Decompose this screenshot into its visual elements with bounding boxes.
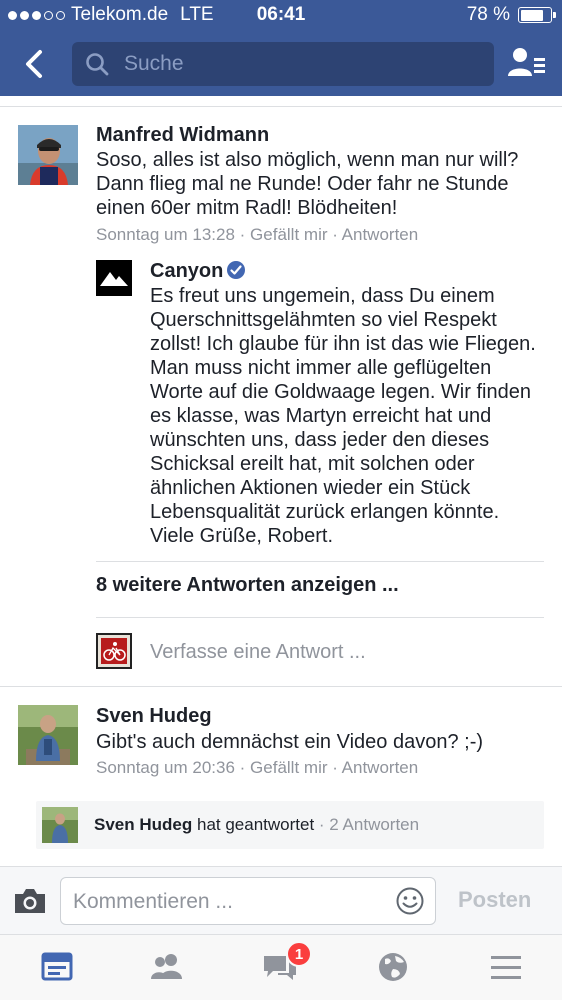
avatar[interactable] <box>96 260 132 296</box>
battery-icon <box>518 7 556 23</box>
emoji-button[interactable] <box>395 886 425 916</box>
back-button[interactable] <box>14 44 54 84</box>
avatar <box>42 807 78 843</box>
avatar-photo <box>18 125 78 185</box>
avatar-photo <box>42 807 78 843</box>
battery-percent: 78 % <box>466 4 510 25</box>
comment-meta[interactable]: Sonntag um 13:28 · Gefällt mir · Antwort… <box>96 225 418 245</box>
replied-text: Sven Hudeg hat geantwortet · 2 Antworten <box>94 815 419 835</box>
comment-meta[interactable]: Sonntag um 20:36 · Gefällt mir · Antwort… <box>96 758 418 778</box>
tab-notifications[interactable] <box>373 947 413 987</box>
reply-input[interactable]: Verfasse eine Antwort ... <box>150 641 366 664</box>
camera-button[interactable] <box>12 885 48 917</box>
comment-placeholder: Kommentieren ... <box>73 890 233 913</box>
friend-list-icon <box>508 48 545 76</box>
divider <box>0 106 562 107</box>
canyon-logo <box>96 260 132 296</box>
friend-list-button[interactable] <box>506 44 548 84</box>
divider <box>96 561 544 562</box>
replied-count: · 2 Antworten <box>318 815 420 834</box>
comment-text: Gibt's auch demnächst ein Video davon? ;… <box>96 731 484 753</box>
post-button[interactable]: Posten <box>458 887 531 913</box>
camera-icon <box>15 889 45 913</box>
tab-news-feed[interactable] <box>37 947 77 987</box>
avatar[interactable] <box>18 125 78 185</box>
avatar[interactable] <box>18 705 78 765</box>
battery-fill <box>520 9 544 21</box>
messages-badge: 1 <box>286 941 312 967</box>
divider <box>96 617 544 618</box>
status-right: 78 % <box>466 4 556 26</box>
globe-icon <box>379 953 407 981</box>
reply-text: Es freut uns ungemein, dass Du einem Que… <box>150 285 536 547</box>
menu-icon <box>491 956 521 979</box>
reply-author[interactable]: Canyon <box>150 260 246 283</box>
app-header: Telekom.de LTE 06:41 78 % Suche <box>0 0 562 96</box>
chevron-left-icon <box>26 50 42 78</box>
replied-action: hat geantwortet <box>196 815 315 834</box>
comments-thread: Manfred Widmann Soso, alles ist also mög… <box>0 96 562 866</box>
avatar <box>96 633 132 669</box>
comment-composer: Kommentieren ... Posten <box>0 866 562 934</box>
comment-input[interactable]: Kommentieren ... <box>60 877 436 925</box>
verified-badge-icon <box>227 261 246 279</box>
emoji-icon <box>396 887 424 915</box>
replied-summary[interactable]: Sven Hudeg hat geantwortet · 2 Antworten <box>36 801 544 849</box>
search-input[interactable]: Suche <box>72 42 494 86</box>
more-replies-link[interactable]: 8 weitere Antworten anzeigen ... <box>96 574 399 597</box>
tab-friends[interactable] <box>147 947 187 987</box>
news-feed-icon <box>41 952 73 981</box>
comment-author[interactable]: Sven Hudeg <box>96 705 212 728</box>
reply-author-name: Canyon <box>150 260 224 282</box>
tab-bar: 1 <box>0 934 562 1000</box>
search-placeholder: Suche <box>124 52 184 75</box>
tab-menu[interactable] <box>486 947 526 987</box>
replied-author: Sven Hudeg <box>94 815 193 834</box>
user-avatar-photo <box>98 635 130 667</box>
divider <box>0 686 562 687</box>
nav-row: Suche <box>0 38 562 90</box>
search-icon <box>86 53 109 76</box>
comment-author[interactable]: Manfred Widmann <box>96 124 269 147</box>
status-bar: Telekom.de LTE 06:41 78 % <box>0 0 562 32</box>
friends-icon <box>151 954 182 979</box>
comment-text: Soso, alles ist also möglich, wenn man n… <box>96 149 519 219</box>
avatar-photo <box>18 705 78 765</box>
tab-messages[interactable]: 1 <box>260 941 312 987</box>
